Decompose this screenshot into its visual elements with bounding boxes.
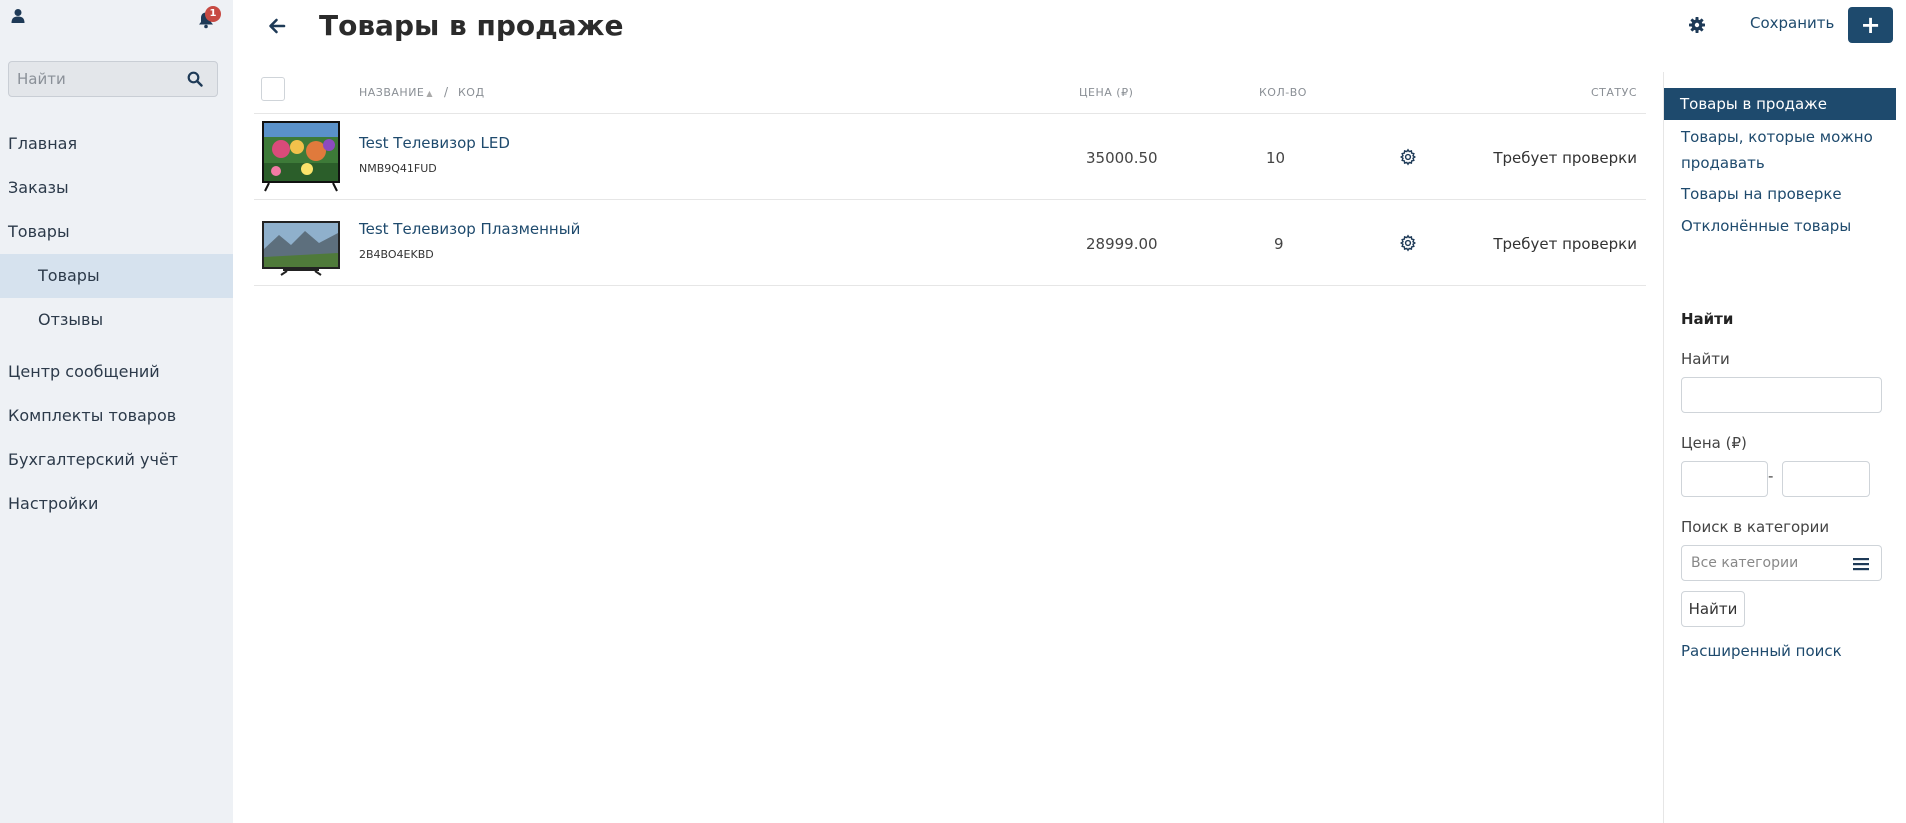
nav-item-home[interactable]: Главная: [0, 122, 233, 166]
price-range-label: Цена (₽): [1681, 434, 1747, 452]
gear-icon[interactable]: [1399, 234, 1417, 252]
nav-item-product-bundles[interactable]: Комплекты товаров: [0, 394, 233, 438]
sidebar-search-input[interactable]: [9, 62, 179, 96]
filter-link-sellable[interactable]: Товары, которые можно продавать: [1681, 124, 1891, 176]
table-row: Test Телевизор LED NMB9Q41FUD 35000.50 1…: [254, 114, 1646, 200]
product-name-link[interactable]: Test Телевизор LED: [359, 134, 510, 152]
category-search-label: Поиск в категории: [1681, 518, 1830, 536]
gear-icon[interactable]: [1399, 148, 1417, 166]
page-title: Товары в продаже: [319, 9, 624, 42]
nav-item-settings[interactable]: Настройки: [0, 482, 233, 526]
table-row: Test Телевизор Плазменный 2B4BO4EKBD 289…: [254, 200, 1646, 286]
search-filter-title: Найти: [1681, 310, 1734, 328]
nav-item-accounting[interactable]: Бухгалтерский учёт: [0, 438, 233, 482]
add-product-button[interactable]: +: [1848, 7, 1893, 43]
category-picker-button[interactable]: [1840, 545, 1882, 581]
filter-link-rejected[interactable]: Отклонённые товары: [1681, 217, 1851, 235]
product-price: 28999.00: [1086, 235, 1158, 253]
filter-link-in-review[interactable]: Товары на проверке: [1681, 185, 1842, 203]
category-input[interactable]: [1681, 545, 1841, 581]
column-price-header[interactable]: ЦЕНА (₽): [1079, 86, 1133, 99]
price-to-input[interactable]: [1782, 461, 1870, 497]
nav-item-products[interactable]: Товары: [0, 210, 233, 254]
nav-item-orders[interactable]: Заказы: [0, 166, 233, 210]
column-code-header[interactable]: КОД: [458, 86, 485, 99]
column-status-header[interactable]: СТАТУС: [1591, 86, 1637, 99]
menu-icon: [1853, 558, 1869, 571]
find-button[interactable]: Найти: [1681, 591, 1745, 627]
column-qty-header[interactable]: КОЛ-ВО: [1259, 86, 1307, 99]
sidebar-nav: Главная Заказы Товары Товары Отзывы Цент…: [0, 122, 233, 526]
search-field-input[interactable]: [1681, 377, 1882, 413]
right-panel: Товары в продаже Товары, которые можно п…: [1663, 72, 1906, 823]
search-field-label: Найти: [1681, 350, 1730, 368]
sidebar-top-bar: 1: [0, 0, 233, 40]
plus-icon: +: [1860, 11, 1881, 39]
product-code: NMB9Q41FUD: [359, 162, 437, 175]
price-from-input[interactable]: [1681, 461, 1768, 497]
product-price: 35000.50: [1086, 149, 1158, 167]
column-separator: /: [444, 85, 449, 99]
advanced-search-link[interactable]: Расширенный поиск: [1681, 642, 1842, 660]
product-status: Требует проверки: [1493, 149, 1637, 167]
product-thumbnail[interactable]: [261, 205, 341, 280]
sort-asc-icon: ▲: [426, 89, 434, 98]
gear-icon[interactable]: [1688, 16, 1706, 34]
back-arrow-icon[interactable]: [267, 16, 287, 36]
product-code: 2B4BO4EKBD: [359, 248, 434, 261]
product-name-link[interactable]: Test Телевизор Плазменный: [359, 220, 580, 238]
user-icon[interactable]: [10, 8, 26, 24]
filter-link-on-sale[interactable]: Товары в продаже: [1664, 88, 1896, 120]
nav-subitem-products[interactable]: Товары: [0, 254, 233, 298]
product-quantity: 10: [1266, 149, 1286, 167]
nav-subitem-reviews[interactable]: Отзывы: [0, 298, 233, 342]
sidebar: 1 Главная Заказы Товары Товары Отзывы Це…: [0, 0, 233, 823]
price-range-separator: -: [1768, 467, 1774, 485]
table-header: НАЗВАНИЕ ▲ / КОД ЦЕНА (₽) КОЛ-ВО СТАТУС: [254, 76, 1646, 114]
product-quantity: 9: [1274, 235, 1284, 253]
sidebar-search: [8, 61, 218, 97]
select-all-checkbox[interactable]: [261, 77, 285, 101]
column-name-header[interactable]: НАЗВАНИЕ ▲: [359, 86, 433, 99]
product-status: Требует проверки: [1493, 235, 1637, 253]
save-button[interactable]: Сохранить: [1750, 14, 1834, 32]
search-icon[interactable]: [187, 71, 203, 87]
product-thumbnail[interactable]: [261, 119, 341, 194]
nav-item-message-center[interactable]: Центр сообщений: [0, 350, 233, 394]
notification-badge: 1: [205, 6, 221, 22]
